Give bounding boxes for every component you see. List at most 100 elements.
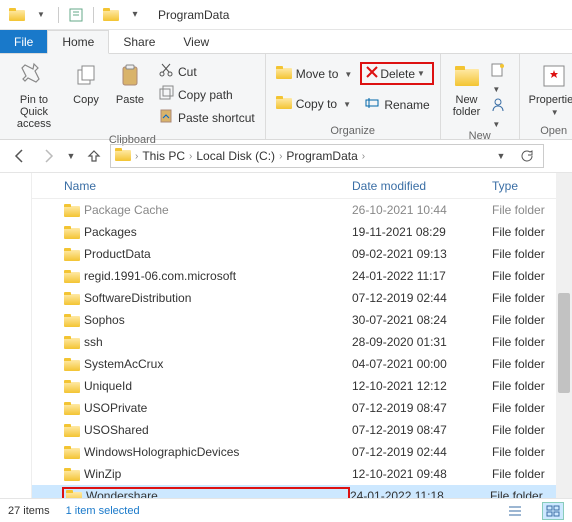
paste-shortcut-icon — [158, 108, 174, 127]
table-row[interactable]: Sophos30-07-2021 08:24File folder — [32, 309, 572, 331]
address-dropdown[interactable]: ▼ — [489, 144, 513, 168]
folder-icon — [64, 424, 80, 437]
table-row[interactable]: Packages19-11-2021 08:29File folder — [32, 221, 572, 243]
ribbon: Pin to Quick access Copy Paste Cut Copy … — [0, 54, 572, 140]
file-name: SystemAcCrux — [84, 357, 163, 371]
move-to-button[interactable]: Move to▼ — [272, 64, 357, 84]
qat-dropdown[interactable]: ▼ — [30, 4, 52, 26]
new-folder-button[interactable]: New folder — [447, 56, 487, 122]
breadcrumb[interactable]: This PC — [142, 149, 185, 163]
vertical-scrollbar[interactable] — [556, 173, 572, 498]
qat-customize[interactable]: ▾ — [124, 4, 146, 26]
address-folder-icon — [115, 148, 131, 164]
table-row[interactable]: SoftwareDistribution07-12-2019 02:44File… — [32, 287, 572, 309]
thumbnails-view-button[interactable] — [542, 502, 564, 520]
table-row[interactable]: Wondershare24-01-2022 11:18File folder — [32, 485, 572, 498]
main-area: Name Date modified Type Package Cache26-… — [0, 172, 572, 498]
address-bar[interactable]: › This PC › Local Disk (C:) › ProgramDat… — [110, 144, 544, 168]
pin-to-quick-access-button[interactable]: Pin to Quick access — [6, 56, 62, 134]
tab-home[interactable]: Home — [47, 30, 109, 54]
file-date: 19-11-2021 08:29 — [352, 225, 492, 239]
column-header-date[interactable]: Date modified — [352, 179, 492, 193]
nav-forward-button[interactable] — [36, 144, 60, 168]
column-headers[interactable]: Name Date modified Type — [32, 173, 572, 199]
navigation-pane[interactable] — [0, 173, 32, 498]
ribbon-group-new: New folder ▼ ▼ New — [441, 54, 520, 139]
file-date: 24-01-2022 11:18 — [350, 489, 490, 498]
table-row[interactable]: WindowsHolographicDevices07-12-2019 02:4… — [32, 441, 572, 463]
copy-path-button[interactable]: Copy path — [154, 83, 259, 106]
folder-icon — [64, 380, 80, 393]
cut-button[interactable]: Cut — [154, 60, 259, 83]
folder-icon — [64, 292, 80, 305]
address-toolbar: ▼ › This PC › Local Disk (C:) › ProgramD… — [0, 140, 572, 172]
copy-to-button[interactable]: Copy to▼ — [272, 94, 357, 114]
nav-up-button[interactable] — [82, 144, 106, 168]
table-row[interactable]: regid.1991-06.com.microsoft24-01-2022 11… — [32, 265, 572, 287]
copy-button[interactable]: Copy — [66, 56, 106, 110]
scissors-icon — [158, 62, 174, 81]
easy-access-icon[interactable]: ▼ — [490, 97, 512, 130]
table-row[interactable]: UniqueId12-10-2021 12:12File folder — [32, 375, 572, 397]
table-row[interactable]: USOShared07-12-2019 08:47File folder — [32, 419, 572, 441]
folder-icon — [64, 226, 80, 239]
folder-icon — [66, 490, 82, 499]
chevron-right-icon[interactable]: › — [189, 151, 192, 162]
folder-open-icon[interactable] — [100, 4, 122, 26]
table-row[interactable]: WinZip12-10-2021 09:48File folder — [32, 463, 572, 485]
nav-back-button[interactable] — [8, 144, 32, 168]
paste-shortcut-button[interactable]: Paste shortcut — [154, 106, 259, 129]
new-folder-icon — [451, 60, 483, 92]
file-date: 12-10-2021 09:48 — [352, 467, 492, 481]
tab-view[interactable]: View — [169, 30, 223, 53]
chevron-right-icon[interactable]: › — [279, 151, 282, 162]
table-row[interactable]: ssh28-09-2020 01:31File folder — [32, 331, 572, 353]
move-to-icon — [276, 66, 292, 82]
properties-button[interactable]: Properties ▼ — [526, 56, 572, 121]
new-item-icon[interactable]: ▼ — [490, 62, 512, 95]
breadcrumb[interactable]: ProgramData — [286, 149, 357, 163]
folder-icon — [64, 358, 80, 371]
file-name: WinZip — [84, 467, 121, 481]
status-item-count: 27 items — [8, 505, 50, 517]
paste-button[interactable]: Paste — [110, 56, 150, 110]
nav-history-dropdown[interactable]: ▼ — [64, 144, 78, 168]
file-list[interactable]: Name Date modified Type Package Cache26-… — [32, 173, 572, 498]
table-row[interactable]: Package Cache26-10-2021 10:44File folder — [32, 199, 572, 221]
breadcrumb[interactable]: Local Disk (C:) — [196, 149, 275, 163]
file-name: WindowsHolographicDevices — [84, 445, 239, 459]
search-divider — [548, 144, 564, 168]
folder-icon — [64, 314, 80, 327]
copy-path-icon — [158, 85, 174, 104]
file-date: 07-12-2019 08:47 — [352, 423, 492, 437]
folder-icon — [64, 204, 80, 217]
ribbon-group-organize: Move to▼ Copy to▼ Delete▼ Rename Organiz… — [266, 54, 441, 139]
file-name: ProductData — [84, 247, 151, 261]
refresh-button[interactable] — [515, 144, 539, 168]
chevron-right-icon[interactable]: › — [135, 151, 138, 162]
properties-qat-icon[interactable] — [65, 4, 87, 26]
tab-file[interactable]: File — [0, 30, 47, 53]
tab-share[interactable]: Share — [109, 30, 169, 53]
file-name: USOPrivate — [84, 401, 147, 415]
table-row[interactable]: ProductData09-02-2021 09:13File folder — [32, 243, 572, 265]
file-name: Packages — [84, 225, 137, 239]
column-header-name[interactable]: Name — [64, 179, 352, 193]
folder-icon — [64, 468, 80, 481]
file-date: 09-02-2021 09:13 — [352, 247, 492, 261]
copy-icon — [70, 60, 102, 92]
details-view-button[interactable] — [504, 502, 526, 520]
delete-x-icon — [364, 64, 380, 83]
file-name: SoftwareDistribution — [84, 291, 191, 305]
folder-icon — [64, 446, 80, 459]
table-row[interactable]: SystemAcCrux04-07-2021 00:00File folder — [32, 353, 572, 375]
file-date: 24-01-2022 11:17 — [352, 269, 492, 283]
folder-icon — [64, 336, 80, 349]
status-selected-count: 1 item selected — [66, 505, 140, 517]
copy-to-icon — [276, 96, 292, 112]
delete-button-highlighted[interactable]: Delete▼ — [360, 62, 433, 85]
chevron-right-icon[interactable]: › — [362, 151, 365, 162]
file-name: ssh — [84, 335, 103, 349]
rename-button[interactable]: Rename — [360, 93, 433, 116]
table-row[interactable]: USOPrivate07-12-2019 08:47File folder — [32, 397, 572, 419]
